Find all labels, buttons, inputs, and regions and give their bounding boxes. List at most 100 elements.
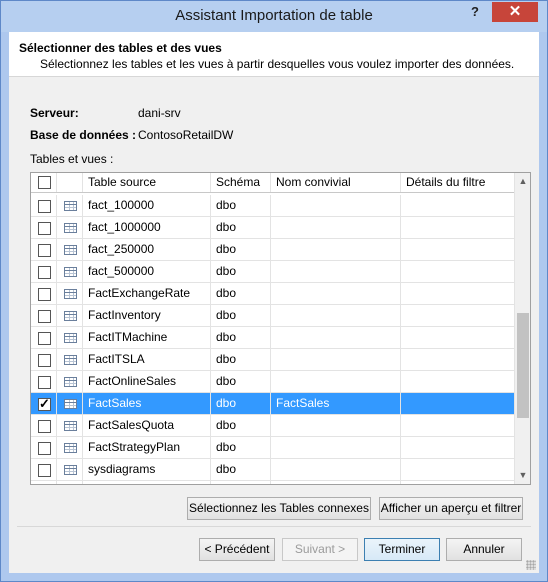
cell-source-table: FactStrategyPlan (83, 437, 211, 458)
table-icon (64, 311, 77, 321)
column-header-filter-details[interactable]: Détails du filtre (401, 173, 514, 192)
server-value: dani-srv (138, 106, 181, 120)
row-icon-cell (57, 217, 83, 238)
cell-filter-details (401, 195, 514, 216)
footer-separator (17, 526, 531, 527)
cell-friendly-name[interactable] (271, 371, 401, 392)
row-checkbox[interactable] (38, 354, 51, 367)
cell-friendly-name[interactable] (271, 239, 401, 260)
table-row[interactable]: fact_100000 dbo (31, 195, 514, 217)
table-row[interactable]: V_Customer (31, 481, 514, 484)
cell-friendly-name[interactable] (271, 261, 401, 282)
cell-friendly-name[interactable] (271, 195, 401, 216)
cell-friendly-name[interactable]: FactSales (271, 393, 401, 414)
cell-schema: dbo (211, 327, 271, 348)
row-check-cell (31, 371, 57, 392)
database-value: ContosoRetailDW (138, 128, 234, 142)
scroll-thumb[interactable] (517, 313, 529, 418)
table-row[interactable]: FactInventory dbo (31, 305, 514, 327)
cancel-button[interactable]: Annuler (446, 538, 522, 561)
cell-source-table: sysdiagrams (83, 459, 211, 480)
row-check-cell (31, 283, 57, 304)
table-row[interactable]: fact_500000 dbo (31, 261, 514, 283)
cell-schema: dbo (211, 217, 271, 238)
cell-filter-details (401, 437, 514, 458)
row-checkbox[interactable] (38, 376, 51, 389)
row-checkbox[interactable] (38, 464, 51, 477)
grid-scrollbar[interactable]: ▲ ▼ (514, 173, 530, 484)
row-check-cell (31, 239, 57, 260)
cell-schema: dbo (211, 393, 271, 414)
import-wizard-window: Assistant Importation de table ? ✕ Sélec… (0, 0, 548, 582)
row-check-cell (31, 305, 57, 326)
row-checkbox[interactable] (38, 310, 51, 323)
table-icon (64, 465, 77, 475)
row-checkbox[interactable] (38, 420, 51, 433)
row-icon-cell (57, 437, 83, 458)
cell-friendly-name[interactable] (271, 459, 401, 480)
row-checkbox[interactable] (38, 200, 51, 213)
next-button[interactable]: Suivant > (282, 538, 358, 561)
row-check-cell (31, 217, 57, 238)
cell-friendly-name[interactable] (271, 283, 401, 304)
table-row[interactable]: FactITMachine dbo (31, 327, 514, 349)
cell-friendly-name[interactable] (271, 217, 401, 238)
row-icon-cell (57, 371, 83, 392)
row-checkbox[interactable] (38, 332, 51, 345)
row-checkbox[interactable] (38, 288, 51, 301)
column-header-friendly-name[interactable]: Nom convivial (271, 173, 401, 192)
cell-filter-details (401, 327, 514, 348)
cell-filter-details (401, 217, 514, 238)
cell-source-table: fact_1000000 (83, 217, 211, 238)
cell-friendly-name[interactable] (271, 481, 401, 484)
table-row[interactable]: FactOnlineSales dbo (31, 371, 514, 393)
scroll-down-arrow-icon[interactable]: ▼ (515, 467, 530, 484)
finish-button[interactable]: Terminer (364, 538, 440, 561)
help-button[interactable]: ? (462, 2, 488, 22)
table-row[interactable]: fact_1000000 dbo (31, 217, 514, 239)
column-header-schema[interactable]: Schéma (211, 173, 271, 192)
table-row[interactable]: FactStrategyPlan dbo (31, 437, 514, 459)
select-related-tables-button[interactable]: Sélectionnez les Tables connexes (187, 497, 371, 520)
row-checkbox[interactable] (38, 222, 51, 235)
table-icon (64, 267, 77, 277)
table-icon (64, 399, 77, 409)
header-check-cell (31, 173, 57, 192)
row-icon-cell (57, 239, 83, 260)
tables-grid[interactable]: Table source Schéma Nom convivial Détail… (30, 172, 531, 485)
table-row[interactable]: fact_250000 dbo (31, 239, 514, 261)
table-row[interactable]: FactITSLA dbo (31, 349, 514, 371)
resize-grip-icon[interactable] (526, 560, 536, 570)
cell-friendly-name[interactable] (271, 327, 401, 348)
cell-friendly-name[interactable] (271, 415, 401, 436)
row-checkbox[interactable] (38, 442, 51, 455)
row-check-cell (31, 437, 57, 458)
row-checkbox[interactable] (38, 266, 51, 279)
page-description: Sélectionnez les tables et les vues à pa… (40, 57, 515, 71)
preview-filter-button[interactable]: Afficher un aperçu et filtrer (379, 497, 523, 520)
row-checkbox[interactable] (38, 244, 51, 257)
cell-friendly-name[interactable] (271, 437, 401, 458)
close-button[interactable]: ✕ (492, 2, 538, 22)
cell-filter-details (401, 393, 514, 414)
table-row[interactable]: ✓ FactSales dbo FactSales (31, 393, 514, 415)
cell-friendly-name[interactable] (271, 305, 401, 326)
cell-schema: dbo (211, 283, 271, 304)
page-title: Sélectionner des tables et des vues (19, 41, 222, 55)
column-header-source[interactable]: Table source (83, 173, 211, 192)
table-row[interactable]: FactExchangeRate dbo (31, 283, 514, 305)
row-check-cell (31, 195, 57, 216)
scroll-up-arrow-icon[interactable]: ▲ (515, 173, 530, 190)
header-icon-cell (57, 173, 83, 192)
table-row[interactable]: FactSalesQuota dbo (31, 415, 514, 437)
dialog-body: Sélectionner des tables et des vues Séle… (9, 32, 539, 573)
grid-header-row: Table source Schéma Nom convivial Détail… (31, 173, 514, 193)
select-all-checkbox[interactable] (38, 176, 51, 189)
table-icon (64, 245, 77, 255)
cell-friendly-name[interactable] (271, 349, 401, 370)
previous-button[interactable]: < Précédent (199, 538, 275, 561)
table-row[interactable]: sysdiagrams dbo (31, 459, 514, 481)
title-bar[interactable]: Assistant Importation de table ? ✕ (1, 1, 547, 32)
cell-schema: dbo (211, 459, 271, 480)
row-checkbox[interactable]: ✓ (38, 396, 51, 411)
